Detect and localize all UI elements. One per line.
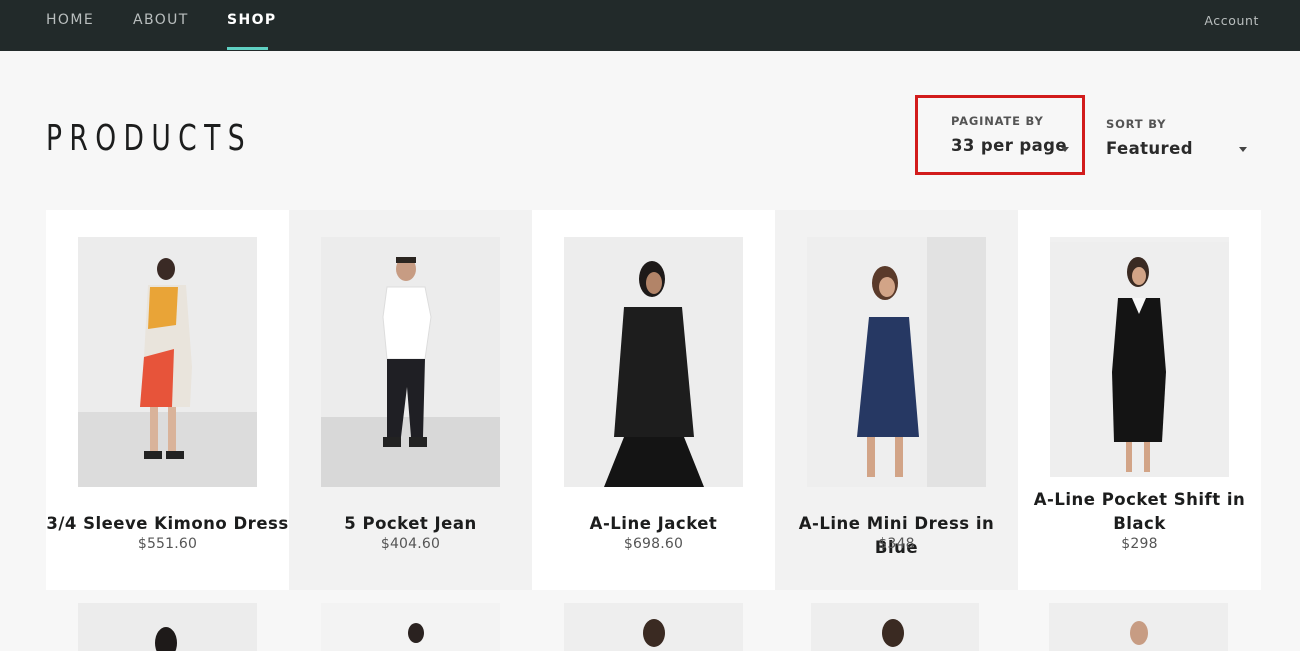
chevron-down-icon xyxy=(1239,147,1247,152)
sort-by-select[interactable]: SORT BY Featured xyxy=(1106,98,1256,158)
product-image[interactable] xyxy=(78,237,257,487)
woman-black-shift-photo-icon xyxy=(1050,242,1229,477)
woman-portrait-photo-icon xyxy=(321,603,500,651)
sort-by-label: SORT BY xyxy=(1106,117,1167,131)
product-image[interactable] xyxy=(811,603,979,651)
product-card[interactable]: 3/4 Sleeve Kimono Dress $551.60 xyxy=(46,210,289,590)
product-price: $348 xyxy=(878,536,915,552)
man-portrait-photo-icon xyxy=(1049,603,1228,651)
active-nav-indicator xyxy=(227,47,268,50)
paginate-by-value[interactable]: 33 per page xyxy=(951,136,1082,155)
man-portrait-photo-icon xyxy=(564,603,743,651)
product-card[interactable]: A-Line Pocket Shift in Black $298 xyxy=(1018,210,1261,590)
product-price: $404.60 xyxy=(380,536,441,552)
product-name[interactable]: A-Line Jacket xyxy=(532,512,775,536)
product-image[interactable] xyxy=(1049,603,1228,651)
product-image[interactable] xyxy=(564,603,743,651)
nav-shop-link[interactable]: SHOP xyxy=(227,12,277,28)
product-name[interactable]: 5 Pocket Jean xyxy=(289,512,532,536)
product-price: $551.60 xyxy=(137,536,198,552)
top-navigation: HOME ABOUT SHOP Account xyxy=(0,0,1300,51)
product-card[interactable]: A-Line Mini Dress in Blue $348 xyxy=(775,210,1018,590)
man-white-tee-jeans-photo-icon xyxy=(321,237,500,487)
product-name[interactable]: A-Line Pocket Shift in Black xyxy=(1018,488,1261,536)
sort-by-value[interactable]: Featured xyxy=(1106,139,1256,158)
page-title: PRODUCTS xyxy=(46,118,252,159)
product-image[interactable] xyxy=(807,237,986,487)
man-portrait-photo-icon xyxy=(811,603,979,651)
product-name[interactable]: 3/4 Sleeve Kimono Dress xyxy=(46,512,289,536)
product-image[interactable] xyxy=(1050,237,1229,477)
woman-portrait-photo-icon xyxy=(78,603,257,651)
product-image[interactable] xyxy=(321,603,500,651)
paginate-by-select[interactable]: PAGINATE BY 33 per page xyxy=(915,95,1085,175)
nav-home-link[interactable]: HOME xyxy=(46,12,94,28)
nav-about-link[interactable]: ABOUT xyxy=(133,12,189,28)
product-price: $698.60 xyxy=(623,536,684,552)
woman-blue-mini-dress-photo-icon xyxy=(807,237,986,487)
account-link[interactable]: Account xyxy=(1204,13,1259,28)
woman-black-jacket-photo-icon xyxy=(564,237,743,487)
product-grid: 3/4 Sleeve Kimono Dress $551.60 5 Pocket… xyxy=(46,210,1261,651)
product-card[interactable]: 5 Pocket Jean $404.60 xyxy=(289,210,532,590)
chevron-down-icon xyxy=(1061,147,1069,152)
paginate-by-label: PAGINATE BY xyxy=(951,114,1044,128)
woman-kimono-dress-photo-icon xyxy=(78,237,257,487)
product-image[interactable] xyxy=(78,603,257,651)
product-image[interactable] xyxy=(321,237,500,487)
product-price: $298 xyxy=(1121,536,1158,552)
product-image[interactable] xyxy=(564,237,743,487)
product-card[interactable]: A-Line Jacket $698.60 xyxy=(532,210,775,590)
